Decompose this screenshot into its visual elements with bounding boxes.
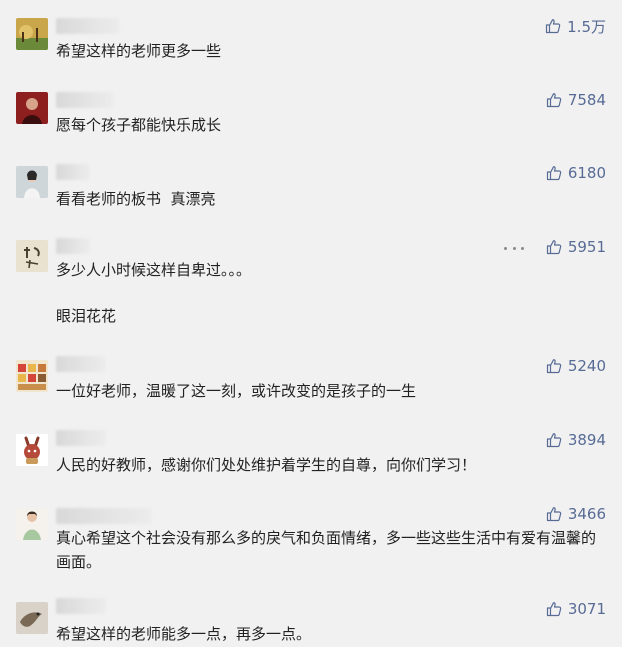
comment-item: 3071 希望这样的老师能多一点，再多一点。	[0, 590, 622, 647]
comment-item: 6180 看看老师的板书 真漂亮	[0, 154, 622, 228]
comment-item: 3894 人民的好教师，感谢你们处处维护着学生的自尊，向你们学习！	[0, 422, 622, 502]
thumbs-up-icon	[546, 433, 562, 448]
like-button[interactable]: 6180	[546, 163, 606, 183]
like-count: 3466	[567, 505, 606, 523]
comment-text: 一位好老师，温暖了这一刻，或许改变的是孩子的一生	[56, 382, 417, 400]
comment-item: 3466 真心希望这个社会没有那么多的戾气和负面情绪，多一些这些生活中有爱有温馨…	[0, 502, 622, 598]
username-redacted	[56, 508, 152, 524]
comment-text: 真心希望这个社会没有那么多的戾气和负面情绪，多一些这些生活中有爱有温馨的画面。	[56, 529, 597, 571]
like-button[interactable]: 3071	[546, 599, 606, 619]
thumbs-up-icon	[546, 166, 562, 181]
comment-text: 人民的好教师，感谢你们处处维护着学生的自尊，向你们学习！	[56, 456, 477, 474]
comment-text: 希望这样的老师能多一点，再多一点。	[56, 625, 312, 643]
avatar[interactable]	[16, 508, 48, 540]
username-redacted	[56, 430, 106, 446]
thumbs-up-icon	[546, 93, 562, 108]
more-options-icon[interactable]	[504, 242, 524, 254]
comment-text: 希望这样的老师更多一些	[56, 42, 222, 60]
username-redacted	[56, 164, 90, 180]
avatar[interactable]	[16, 434, 48, 466]
like-count: 3894	[567, 431, 606, 449]
avatar[interactable]	[16, 602, 48, 634]
username-redacted	[56, 18, 120, 34]
comment-item: 7584 愿每个孩子都能快乐成长	[0, 80, 622, 154]
username-redacted	[56, 92, 114, 108]
like-button[interactable]: 1.5万	[545, 16, 606, 36]
like-button[interactable]: 5951	[546, 237, 606, 257]
avatar[interactable]	[16, 18, 48, 50]
avatar[interactable]	[16, 240, 48, 272]
thumbs-up-icon	[546, 507, 562, 522]
like-count: 5951	[567, 238, 606, 256]
avatar[interactable]	[16, 360, 48, 392]
like-button[interactable]: 3466	[546, 504, 606, 524]
like-count: 5240	[567, 357, 606, 375]
like-button[interactable]: 5240	[546, 356, 606, 376]
avatar[interactable]	[16, 166, 48, 198]
comment-item: 5951 多少人小时候这样自卑过。。。 眼泪花花	[0, 228, 622, 348]
username-redacted	[56, 238, 90, 254]
comment-item: 5240 一位好老师，温暖了这一刻，或许改变的是孩子的一生	[0, 348, 622, 422]
avatar[interactable]	[16, 92, 48, 124]
comment-item: 1.5万 希望这样的老师更多一些	[0, 0, 622, 80]
thumbs-up-icon	[546, 602, 562, 617]
like-count: 7584	[567, 91, 606, 109]
comment-text: 多少人小时候这样自卑过。。。 眼泪花花	[56, 261, 252, 325]
like-button[interactable]: 7584	[546, 90, 606, 110]
like-count: 1.5万	[567, 17, 606, 36]
username-redacted	[56, 356, 106, 372]
like-count: 6180	[567, 164, 606, 182]
like-count: 3071	[567, 600, 606, 618]
username-redacted	[56, 598, 106, 614]
like-button[interactable]: 3894	[546, 430, 606, 450]
comment-text: 愿每个孩子都能快乐成长	[56, 116, 222, 134]
thumbs-up-icon	[546, 19, 561, 34]
comment-text: 看看老师的板书 真漂亮	[56, 190, 216, 208]
thumbs-up-icon	[546, 359, 562, 374]
thumbs-up-icon	[546, 240, 562, 255]
